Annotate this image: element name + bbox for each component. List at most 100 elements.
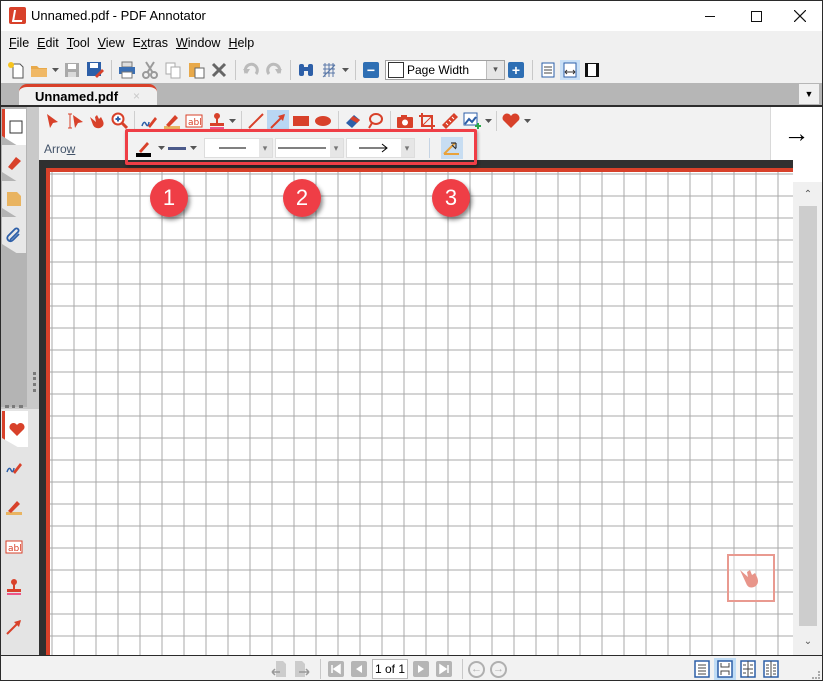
layout-continuous[interactable] bbox=[714, 658, 736, 680]
sidebar-tab-notes[interactable] bbox=[2, 181, 26, 217]
save-as-button[interactable] bbox=[84, 59, 106, 81]
last-page-button[interactable] bbox=[434, 659, 454, 679]
tool-ruler[interactable] bbox=[439, 110, 461, 132]
copy-button[interactable] bbox=[162, 59, 184, 81]
tool-hand[interactable] bbox=[86, 110, 108, 132]
minimize-button[interactable] bbox=[687, 1, 733, 31]
zoom-out-button[interactable]: − bbox=[360, 59, 382, 81]
tab-close-icon[interactable]: × bbox=[133, 89, 140, 103]
sidebar-tab-pages[interactable] bbox=[2, 109, 26, 145]
favorite-text-box[interactable]: abl bbox=[2, 529, 26, 565]
cut-button[interactable] bbox=[139, 59, 161, 81]
tool-rectangle[interactable] bbox=[290, 110, 312, 132]
print-button[interactable] bbox=[116, 59, 138, 81]
back-button[interactable]: ← bbox=[468, 660, 485, 678]
menu-extras[interactable]: Extras bbox=[129, 32, 172, 54]
menu-edit[interactable]: Edit bbox=[33, 32, 63, 54]
grid-dropdown[interactable] bbox=[341, 59, 350, 81]
line-width-button[interactable] bbox=[166, 137, 188, 159]
favorite-pen[interactable] bbox=[2, 449, 26, 485]
favorite-highlighter[interactable] bbox=[2, 489, 26, 525]
tool-pen[interactable] bbox=[138, 110, 160, 132]
tool-select[interactable] bbox=[41, 110, 63, 132]
color-dropdown[interactable] bbox=[157, 137, 166, 159]
menu-help[interactable]: Help bbox=[224, 32, 258, 54]
page-number-field[interactable]: 1 of 1 bbox=[372, 659, 408, 679]
insert-image-dropdown[interactable] bbox=[484, 110, 493, 132]
tool-ellipse[interactable] bbox=[312, 110, 334, 132]
page-width-view-button[interactable] bbox=[560, 59, 580, 80]
new-document-button[interactable] bbox=[5, 59, 27, 81]
pdf-page[interactable] bbox=[46, 168, 797, 662]
sidebar-splitter-handle[interactable] bbox=[33, 372, 36, 392]
chevron-down-icon[interactable]: ▾ bbox=[400, 139, 414, 157]
favorite-arrow[interactable] bbox=[2, 609, 26, 645]
full-screen-view-button[interactable] bbox=[582, 60, 602, 80]
tool-favorites[interactable] bbox=[500, 110, 522, 132]
zoom-in-button[interactable]: + bbox=[505, 59, 527, 81]
paste-button[interactable] bbox=[185, 59, 207, 81]
sidebar-tab-favorites[interactable] bbox=[2, 411, 28, 447]
layout-two-page-continuous[interactable] bbox=[760, 658, 782, 680]
sidebar-tab-bookmarks[interactable] bbox=[2, 145, 26, 181]
maximize-button[interactable] bbox=[733, 1, 779, 31]
line-width-dropdown[interactable] bbox=[189, 137, 198, 159]
redo-button[interactable] bbox=[263, 59, 285, 81]
stamp-dropdown[interactable] bbox=[228, 110, 237, 132]
chevron-down-icon[interactable]: ▾ bbox=[329, 139, 343, 157]
line-start-select[interactable]: ▾ bbox=[203, 138, 273, 158]
single-page-view-button[interactable] bbox=[538, 60, 558, 80]
tool-text-select[interactable] bbox=[64, 110, 86, 132]
tool-insert-image[interactable] bbox=[461, 110, 483, 132]
tool-camera[interactable] bbox=[394, 110, 416, 132]
resize-grip[interactable] bbox=[812, 671, 820, 679]
favorite-stamp[interactable] bbox=[2, 569, 26, 605]
favorites-dropdown[interactable] bbox=[523, 110, 532, 132]
tab-list-dropdown[interactable]: ▼ bbox=[799, 84, 819, 104]
chevron-down-icon[interactable]: ▾ bbox=[258, 139, 272, 157]
tool-crop[interactable] bbox=[416, 110, 438, 132]
color-picker-button[interactable] bbox=[134, 137, 156, 159]
menu-tool[interactable]: Tool bbox=[63, 32, 94, 54]
undo-button[interactable] bbox=[240, 59, 262, 81]
find-button[interactable] bbox=[295, 59, 317, 81]
tool-highlighter[interactable] bbox=[161, 110, 183, 132]
scroll-up-icon[interactable]: ⌃ bbox=[799, 184, 817, 204]
tool-magnifier[interactable] bbox=[109, 110, 131, 132]
delete-button[interactable] bbox=[208, 59, 230, 81]
tool-eraser[interactable] bbox=[342, 110, 364, 132]
line-end-select[interactable]: ▾ bbox=[345, 138, 415, 158]
save-button[interactable] bbox=[61, 59, 83, 81]
open-dropdown[interactable] bbox=[51, 59, 60, 81]
tool-arrow[interactable] bbox=[267, 110, 289, 132]
forward-button[interactable]: → bbox=[490, 660, 507, 678]
tab-unnamed-pdf[interactable]: Unnamed.pdf × bbox=[19, 84, 157, 106]
menu-window[interactable]: Window bbox=[172, 32, 224, 54]
zoom-select[interactable]: Page Width ▾ bbox=[385, 59, 505, 80]
tool-lasso[interactable] bbox=[364, 110, 386, 132]
close-button[interactable] bbox=[777, 1, 822, 31]
open-button[interactable] bbox=[28, 59, 50, 81]
next-page-button[interactable] bbox=[411, 659, 431, 679]
touch-gesture-indicator[interactable] bbox=[727, 554, 775, 602]
angle-snap-toggle[interactable] bbox=[440, 137, 463, 159]
sidebar-tab-attachments[interactable] bbox=[2, 217, 26, 253]
scroll-down-icon[interactable]: ⌄ bbox=[799, 631, 817, 651]
scrollbar-thumb[interactable] bbox=[799, 206, 817, 626]
tool-text-box[interactable]: abl bbox=[183, 110, 205, 132]
rotate-left-button[interactable] bbox=[269, 659, 289, 679]
document-view[interactable] bbox=[39, 160, 797, 662]
previous-page-button[interactable] bbox=[349, 659, 369, 679]
menu-file[interactable]: File bbox=[5, 32, 33, 54]
vertical-scrollbar[interactable]: ⌃ ⌄ bbox=[793, 182, 822, 655]
first-page-button[interactable] bbox=[326, 659, 346, 679]
tool-line[interactable] bbox=[245, 110, 267, 132]
menu-view[interactable]: View bbox=[94, 32, 129, 54]
chevron-down-icon[interactable]: ▾ bbox=[486, 60, 504, 79]
tool-stamp[interactable] bbox=[206, 110, 228, 132]
sidebar-section-splitter[interactable] bbox=[5, 405, 23, 408]
layout-single-page[interactable] bbox=[691, 658, 713, 680]
line-style-select[interactable]: ▾ bbox=[274, 138, 344, 158]
rotate-right-button[interactable] bbox=[292, 659, 312, 679]
grid-button[interactable] bbox=[318, 59, 340, 81]
